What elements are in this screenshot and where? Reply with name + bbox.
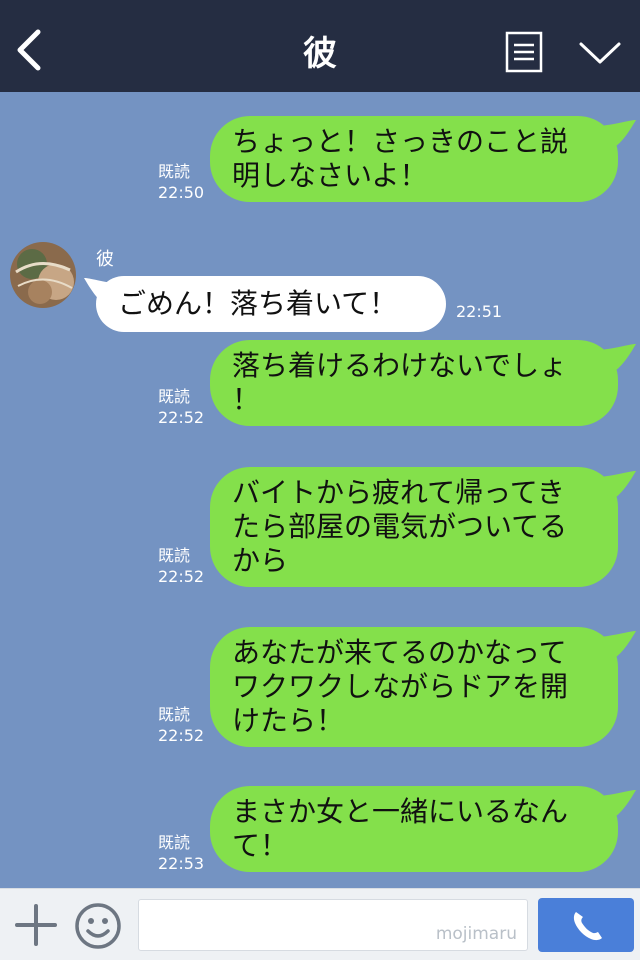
message-meta: 既読 22:52 [158,545,204,587]
bubble-tail [600,790,636,820]
outgoing-message[interactable]: バイトから疲れて帰ってき たら部屋の電気がついてる から [210,467,618,587]
read-receipt: 既読 [158,387,191,406]
chat-title: 彼 [303,34,337,74]
read-receipt: 既読 [158,705,191,724]
chevron-down-icon [579,42,621,64]
message-time: 22:52 [158,726,205,745]
bubble-tail [600,344,636,374]
message-meta: 既読 22:52 [158,704,204,746]
message-time: 22:52 [158,408,205,427]
bubble-tail [600,471,636,501]
bubble-tail [600,120,636,150]
outgoing-message[interactable]: ちょっと！さっきのこと説 明しなさいよ！ [210,116,618,202]
notes-button[interactable] [505,31,543,73]
message-meta: 既読 22:53 [158,832,204,874]
bubble-tail [600,631,636,661]
sender-name: 彼 [96,249,114,270]
notes-icon [505,31,543,73]
outgoing-message[interactable]: あなたが来てるのかなって ワクワクしながらドアを開 けたら！ [210,627,618,747]
message-time: 22:53 [158,854,205,873]
message-meta: 既読 22:52 [158,386,204,428]
read-receipt: 既読 [158,162,191,181]
smiley-icon [75,903,121,949]
message-input[interactable]: mojimaru [138,899,528,951]
call-button[interactable] [538,898,634,952]
phone-icon [573,912,602,941]
message-time: 22:51 [456,302,503,321]
plus-icon [15,904,57,946]
input-bar: mojimaru [0,888,640,960]
outgoing-message[interactable]: まさか女と一緒にいるなん て！ [210,786,618,872]
avatar-image [10,242,76,308]
watermark: mojimaru [435,924,517,944]
incoming-message[interactable]: ごめん！落ち着いて！ [96,276,446,332]
header-bar: 彼 [0,0,640,92]
message-time: 22:50 [158,183,205,202]
chat-area[interactable]: ちょっと！さっきのこと説 明しなさいよ！ 既読 22:50 彼 ごめん！落ち着い… [0,92,640,888]
collapse-button[interactable] [578,40,622,68]
emoji-button[interactable] [74,902,122,950]
message-meta: 既読 22:50 [158,161,204,203]
read-receipt: 既読 [158,546,191,565]
add-button[interactable] [14,903,58,947]
outgoing-message[interactable]: 落ち着けるわけないでしょ ！ [210,340,618,426]
avatar[interactable] [10,242,76,308]
read-receipt: 既読 [158,833,191,852]
message-time: 22:52 [158,567,205,586]
